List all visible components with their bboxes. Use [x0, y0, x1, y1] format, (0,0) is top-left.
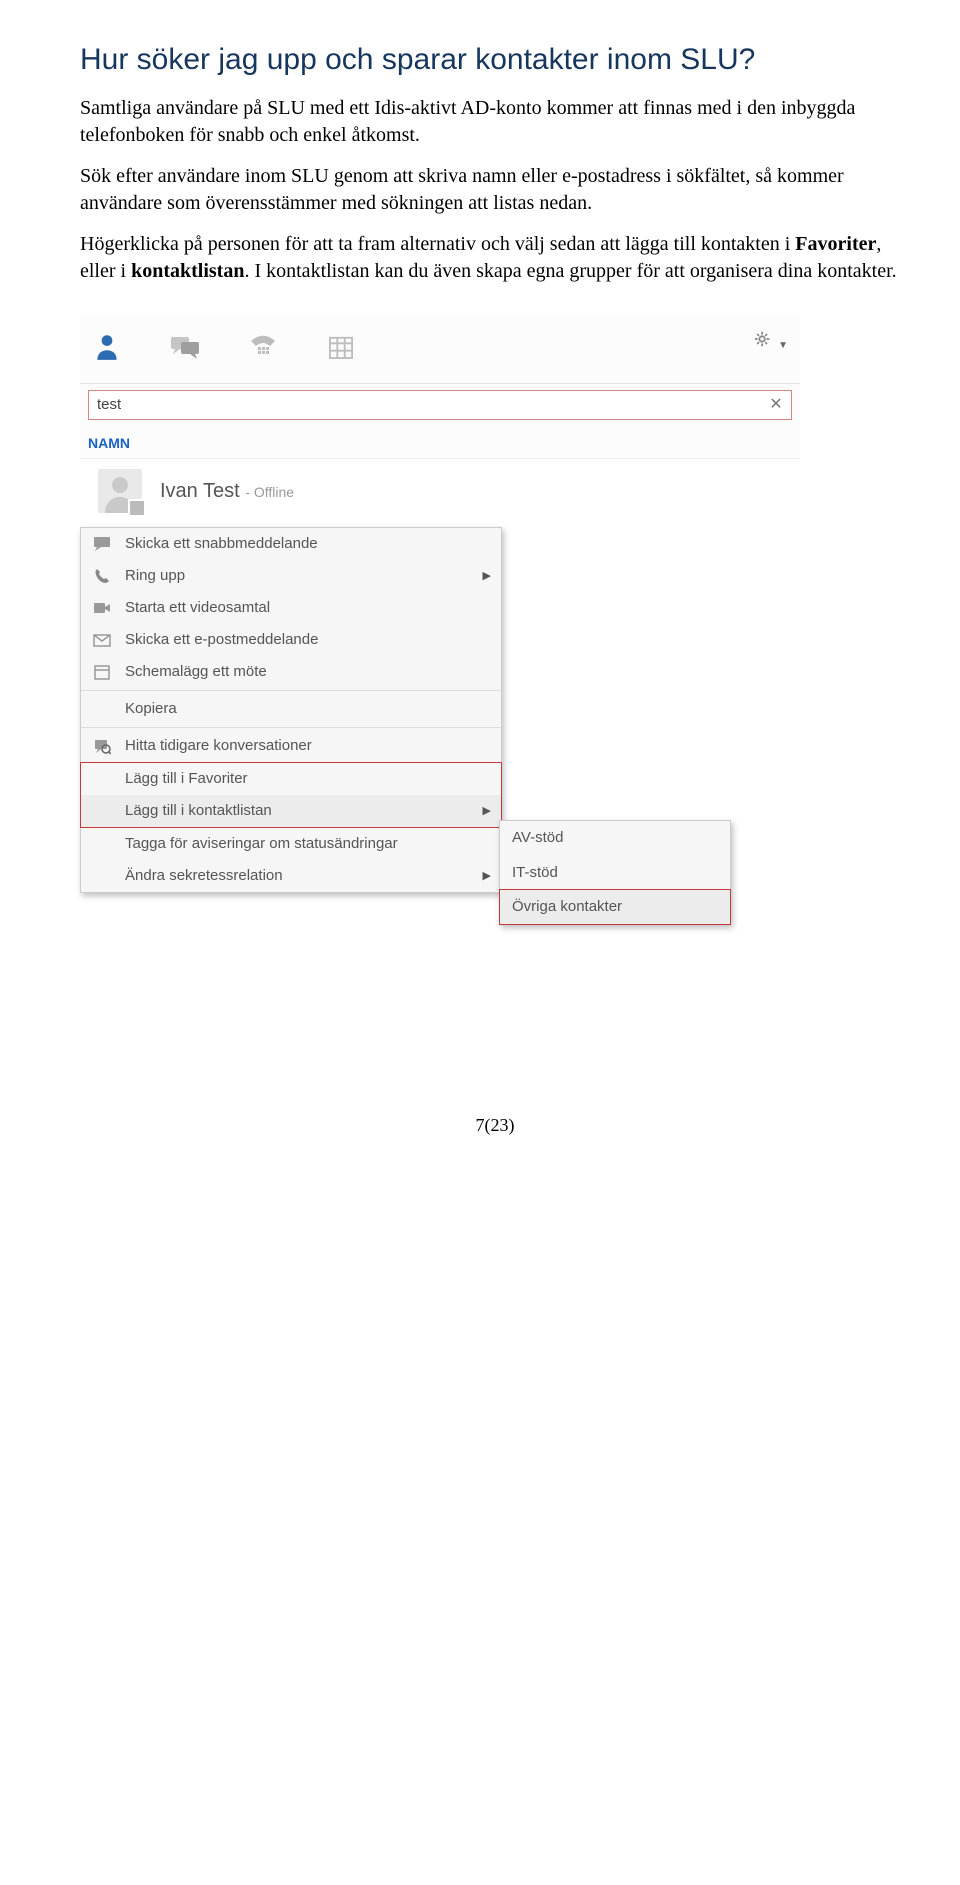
menu-find-conversations[interactable]: Hitta tidigare konversationer — [81, 730, 501, 762]
separator — [81, 727, 501, 728]
history-icon — [91, 736, 113, 756]
context-menu: Skicka ett snabbmeddelande Ring upp ▶ St… — [80, 527, 502, 893]
menu-label: Starta ett videosamtal — [125, 598, 270, 618]
video-icon — [91, 598, 113, 618]
submenu-item[interactable]: AV-stöd — [500, 821, 730, 855]
result-status: - Offline — [245, 484, 294, 500]
phone-icon — [91, 566, 113, 586]
p3-e: . I kontaktlistan kan du även skapa egna… — [244, 260, 896, 282]
separator — [81, 690, 501, 691]
page-number: 7(23) — [80, 1113, 910, 1137]
menu-copy[interactable]: Kopiera — [81, 693, 501, 725]
submenu-arrow-icon: ▶ — [483, 869, 491, 884]
highlighted-add-group: Lägg till i Favoriter Lägg till i kontak… — [80, 762, 502, 828]
menu-privacy-relation[interactable]: Ändra sekretessrelation ▶ — [81, 860, 501, 892]
result-name: Ivan Test — [160, 480, 240, 502]
menu-call[interactable]: Ring upp ▶ — [81, 560, 501, 592]
avatar-icon — [98, 469, 142, 513]
options-gear-icon[interactable]: ▼ — [754, 330, 788, 354]
page-heading: Hur söker jag upp och sparar kontakter i… — [80, 40, 910, 81]
search-result-row[interactable]: Ivan Test - Offline — [80, 458, 800, 527]
blank-icon — [91, 769, 113, 789]
menu-label: Ring upp — [125, 566, 185, 586]
p3-a: Högerklicka på personen för att ta fram … — [80, 233, 795, 255]
menu-tag-status[interactable]: Tagga för aviseringar om statusändringar — [81, 828, 501, 860]
chevron-down-icon: ▼ — [778, 340, 788, 351]
blank-icon — [91, 866, 113, 886]
blank-icon — [91, 801, 113, 821]
menu-label: Skicka ett e-postmeddelande — [125, 630, 318, 650]
menu-label: Hitta tidigare konversationer — [125, 736, 312, 756]
submenu-arrow-icon: ▶ — [483, 569, 491, 584]
submenu-item-highlighted[interactable]: Övriga kontakter — [499, 889, 731, 925]
paragraph-1: Samtliga användare på SLU med ett Idis-a… — [80, 95, 910, 149]
lync-screenshot: ▼ ✕ NAMN Ivan Test - Offline Skicka ett … — [80, 315, 800, 894]
menu-label: Kopiera — [125, 699, 177, 719]
menu-add-favorites[interactable]: Lägg till i Favoriter — [81, 763, 501, 795]
menu-label: Skicka ett snabbmeddelande — [125, 534, 318, 554]
menu-schedule-meeting[interactable]: Schemalägg ett möte — [81, 656, 501, 688]
mail-icon — [91, 630, 113, 650]
paragraph-2: Sök efter användare inom SLU genom att s… — [80, 163, 910, 217]
calendar-icon — [91, 662, 113, 682]
paragraph-3: Högerklicka på personen för att ta fram … — [80, 231, 910, 285]
submenu-arrow-icon: ▶ — [483, 804, 491, 819]
search-input[interactable] — [95, 395, 767, 414]
p3-d: kontaktlistan — [131, 260, 244, 282]
main-toolbar: ▼ — [80, 315, 800, 384]
menu-label: Lägg till i kontaktlistan — [125, 801, 272, 821]
menu-add-contactlist[interactable]: Lägg till i kontaktlistan ▶ — [81, 795, 501, 827]
p3-b: Favoriter — [795, 233, 876, 255]
search-bar-wrap: ✕ — [80, 384, 800, 426]
menu-video-call[interactable]: Starta ett videosamtal — [81, 592, 501, 624]
conversations-tab-icon[interactable] — [170, 332, 200, 362]
contacts-tab-icon[interactable] — [92, 332, 122, 362]
search-field[interactable]: ✕ — [88, 390, 792, 420]
calendar-tab-icon[interactable] — [326, 332, 356, 362]
blank-icon — [91, 834, 113, 854]
menu-label: Tagga för aviseringar om statusändringar — [125, 834, 398, 854]
blank-icon — [91, 699, 113, 719]
menu-send-im[interactable]: Skicka ett snabbmeddelande — [81, 528, 501, 560]
chat-icon — [91, 534, 113, 554]
presence-indicator — [128, 499, 146, 517]
menu-label: Lägg till i Favoriter — [125, 769, 248, 789]
results-heading: NAMN — [80, 426, 800, 459]
submenu-item[interactable]: IT-stöd — [500, 856, 730, 890]
phone-tab-icon[interactable] — [248, 332, 278, 362]
clear-search-icon[interactable]: ✕ — [767, 394, 785, 416]
menu-send-email[interactable]: Skicka ett e-postmeddelande — [81, 624, 501, 656]
add-contact-submenu: AV-stöd IT-stöd Övriga kontakter — [499, 820, 731, 925]
menu-label: Ändra sekretessrelation — [125, 866, 283, 886]
menu-label: Schemalägg ett möte — [125, 662, 267, 682]
